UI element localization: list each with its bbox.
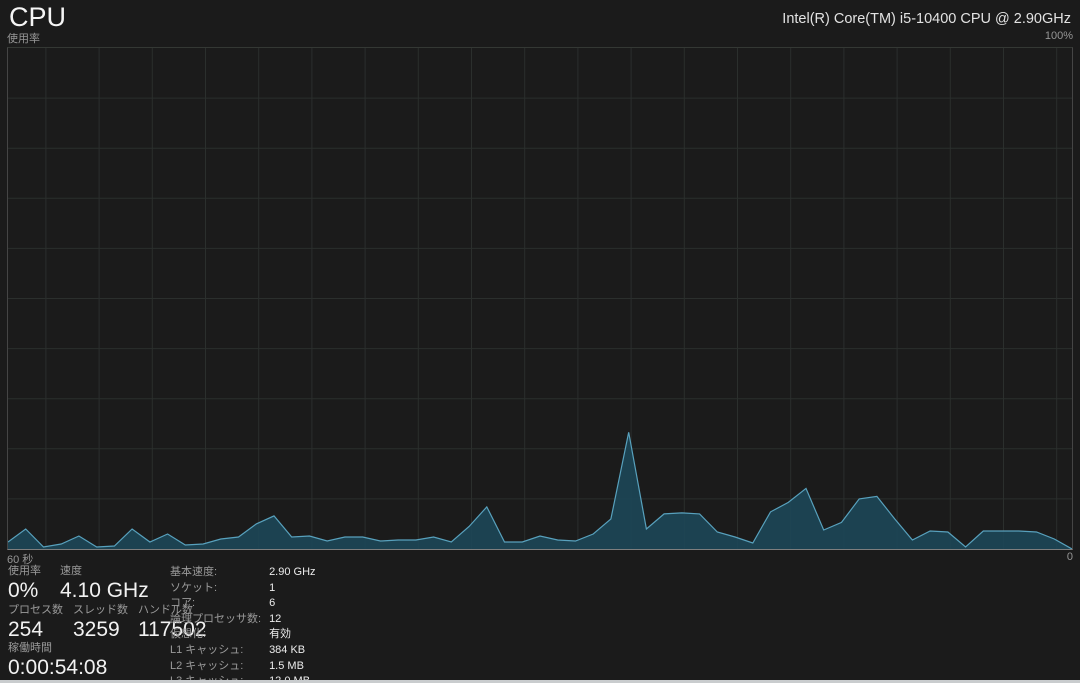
stat-utilization-label: 使用率 [8, 565, 50, 578]
cpu-usage-area-plot [8, 48, 1072, 549]
cpu-usage-chart[interactable] [7, 47, 1073, 550]
stat-speed-value: 4.10 GHz [60, 579, 149, 602]
task-manager-cpu-panel: CPU Intel(R) Core(TM) i5-10400 CPU @ 2.9… [0, 0, 1080, 683]
stat-uptime-value: 0:00:54:08 [8, 656, 107, 679]
detail-cores-label: コア: [170, 596, 261, 612]
stat-speed-label: 速度 [60, 565, 149, 578]
stat-processes-value: 254 [8, 618, 63, 641]
stat-utilization-value: 0% [8, 579, 50, 602]
stat-threads-label: スレッド数 [73, 604, 128, 617]
cpu-details-list: 基本速度: 2.90 GHz ソケット: 1 コア: 6 論理プロセッサ数: 1… [170, 565, 316, 683]
stat-uptime: 稼働時間 0:00:54:08 [8, 642, 107, 679]
y-axis-label: 使用率 [7, 30, 40, 46]
detail-logical-processors-value: 12 [269, 612, 315, 628]
detail-l1-cache-value: 384 KB [269, 643, 315, 659]
detail-virtualization-label: 仮想化: [170, 627, 261, 643]
detail-l2-cache-label: L2 キャッシュ: [170, 659, 261, 675]
stat-utilization: 使用率 0% [8, 565, 50, 602]
stat-uptime-label: 稼働時間 [8, 642, 107, 655]
detail-virtualization-value: 有効 [269, 627, 315, 643]
stats-row-usage-speed: 使用率 0% 速度 4.10 GHz [8, 565, 159, 602]
cpu-model-name: Intel(R) Core(TM) i5-10400 CPU @ 2.90GHz [782, 11, 1071, 27]
stat-threads-value: 3259 [73, 618, 128, 641]
x-axis-right-label: 0 [1067, 551, 1073, 567]
chart-bottom-axis-row: 60 秒 0 [7, 551, 1073, 567]
detail-l2-cache-value: 1.5 MB [269, 659, 315, 675]
detail-sockets-label: ソケット: [170, 581, 261, 597]
detail-base-speed-label: 基本速度: [170, 565, 261, 581]
detail-cores-value: 6 [269, 596, 315, 612]
stat-processes-label: プロセス数 [8, 604, 63, 617]
page-title: CPU [9, 1, 66, 33]
stat-processes: プロセス数 254 [8, 604, 63, 641]
stats-row-uptime: 稼働時間 0:00:54:08 [8, 642, 117, 679]
detail-sockets-value: 1 [269, 581, 315, 597]
detail-logical-processors-label: 論理プロセッサ数: [170, 612, 261, 628]
detail-l1-cache-label: L1 キャッシュ: [170, 643, 261, 659]
detail-base-speed-value: 2.90 GHz [269, 565, 315, 581]
stat-threads: スレッド数 3259 [73, 604, 128, 641]
stat-speed: 速度 4.10 GHz [60, 565, 149, 602]
chart-top-axis-row: 使用率 100% [7, 30, 1073, 46]
y-axis-max-label: 100% [1045, 30, 1073, 46]
